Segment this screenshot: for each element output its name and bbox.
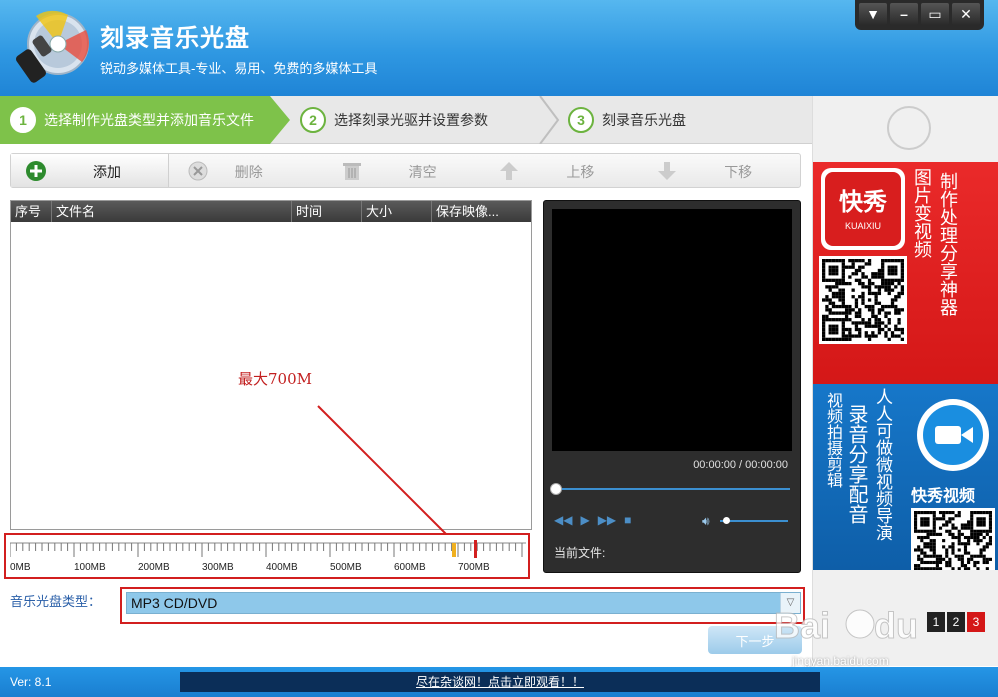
app-title: 刻录音乐光盘 bbox=[100, 25, 250, 52]
volume-slider[interactable] bbox=[720, 517, 788, 524]
step-label: 选择刻录光驱并设置参数 bbox=[334, 112, 488, 128]
qr-code bbox=[819, 256, 907, 344]
size-ruler: 0MB 100MB 200MB 300MB 400MB 500MB 600MB 700MB bbox=[10, 540, 526, 573]
move-up-label: 上移 bbox=[566, 164, 595, 180]
playback-time: 00:00:00 / 00:00:00 bbox=[693, 459, 788, 471]
column-header[interactable]: 保存映像... bbox=[432, 201, 531, 222]
ad-logo-title: 快秀 bbox=[839, 189, 887, 216]
move-up-button[interactable]: 上移 bbox=[484, 154, 642, 187]
chevron-right-icon bbox=[539, 96, 560, 144]
minimize-icon[interactable]: – bbox=[890, 3, 918, 25]
close-icon[interactable]: ✕ bbox=[952, 3, 980, 25]
arrow-up-icon bbox=[498, 160, 520, 182]
seek-knob[interactable] bbox=[550, 483, 562, 495]
camera-icon bbox=[913, 396, 993, 474]
step-number: 2 bbox=[300, 107, 326, 133]
toolbar: 添加 删除 清空 上移 下移 bbox=[10, 153, 801, 188]
column-header[interactable]: 时间 bbox=[292, 201, 362, 222]
ad-text: 人人可做微视频导演 bbox=[873, 388, 892, 541]
move-down-button[interactable]: 下移 bbox=[642, 154, 800, 187]
svg-text:du: du bbox=[874, 605, 918, 646]
step-label: 选择制作光盘类型并添加音乐文件 bbox=[44, 112, 254, 128]
ruler-tick-label: 400MB bbox=[266, 562, 298, 573]
video-preview bbox=[552, 209, 792, 451]
ad-logo-subtitle: KUAIXIU bbox=[844, 221, 881, 231]
ad-placeholder-icon bbox=[887, 106, 931, 150]
clear-label: 清空 bbox=[408, 164, 437, 180]
disc-type-label: 音乐光盘类型： bbox=[10, 594, 102, 609]
column-header[interactable]: 大小 bbox=[362, 201, 432, 222]
add-button[interactable]: 添加 bbox=[11, 154, 169, 187]
watermark-url: jingyan.baidu.com bbox=[792, 654, 889, 668]
delete-icon bbox=[187, 160, 209, 182]
player-controls: ◀◀ ▶ ▶▶ ■ bbox=[554, 513, 631, 527]
maximize-icon[interactable]: ▭ bbox=[921, 3, 949, 25]
delete-label: 删除 bbox=[234, 164, 263, 180]
ruler-tick-label: 500MB bbox=[330, 562, 362, 573]
step-number: 3 bbox=[568, 107, 594, 133]
ad-banner-kuaixiu-video[interactable]: 视频拍摄剪辑 录音分享配音 人人可做微视频导演 快秀视频 bbox=[813, 384, 998, 570]
fast-forward-icon[interactable]: ▶▶ bbox=[598, 513, 616, 527]
kuaixiu-logo: 快秀 KUAIXIU bbox=[821, 168, 905, 250]
move-down-label: 下移 bbox=[724, 164, 753, 180]
rewind-icon[interactable]: ◀◀ bbox=[554, 513, 572, 527]
wizard-steps: 1 选择制作光盘类型并添加音乐文件 2 选择刻录光驱并设置参数 3 刻录音乐光盘 bbox=[0, 96, 812, 144]
disc-type-select[interactable]: MP3 CD/DVD ▽ bbox=[126, 592, 801, 614]
ruler-tick-label: 600MB bbox=[394, 562, 426, 573]
plus-icon bbox=[25, 160, 47, 182]
seek-bar[interactable] bbox=[550, 483, 790, 495]
ruler-tick-label: 200MB bbox=[138, 562, 170, 573]
max-capacity-marker bbox=[474, 540, 477, 558]
arrow-down-icon bbox=[656, 160, 678, 182]
clear-button[interactable]: 清空 bbox=[327, 154, 485, 187]
svg-text:Bai: Bai bbox=[774, 605, 830, 646]
step-2[interactable]: 2 选择刻录光驱并设置参数 bbox=[300, 96, 488, 144]
ad-logo-title: 快秀视频 bbox=[911, 488, 976, 505]
disc-type-value: MP3 CD/DVD bbox=[131, 595, 218, 611]
disc-type-highlight: MP3 CD/DVD ▽ bbox=[120, 587, 805, 624]
column-header[interactable]: 文件名 bbox=[52, 201, 292, 222]
ad-text: 制作处理分享神器 bbox=[938, 172, 958, 316]
current-file-label: 当前文件: bbox=[554, 546, 606, 560]
step-1[interactable]: 1 选择制作光盘类型并添加音乐文件 bbox=[0, 96, 290, 144]
delete-button[interactable]: 删除 bbox=[169, 154, 327, 187]
disc-size-bar: 0MB 100MB 200MB 300MB 400MB 500MB 600MB 700MB bbox=[4, 533, 530, 579]
status-bar: Ver: 8.1 尽在杂谈网！点击立即观看！！ bbox=[0, 667, 998, 697]
ad-text: 图片变视频 bbox=[912, 168, 932, 258]
qr-code bbox=[911, 508, 995, 570]
title-bar: 刻录音乐光盘 锐动多媒体工具-专业、易用、免费的多媒体工具 ▼ – ▭ ✕ bbox=[0, 0, 998, 96]
ruler-tick-label: 300MB bbox=[202, 562, 234, 573]
column-header[interactable]: 序号 bbox=[11, 201, 52, 222]
trash-icon bbox=[341, 160, 363, 182]
disc-logo-icon bbox=[16, 10, 90, 84]
step-3[interactable]: 3 刻录音乐光盘 bbox=[568, 96, 686, 144]
capacity-indicator bbox=[452, 543, 456, 557]
app-subtitle: 锐动多媒体工具-专业、易用、免费的多媒体工具 bbox=[100, 61, 378, 76]
ad-text: 视频拍摄剪辑 bbox=[824, 392, 841, 488]
ruler-tick-label: 0MB bbox=[10, 562, 31, 573]
footer-link[interactable]: 尽在杂谈网！点击立即观看！！ bbox=[180, 672, 820, 692]
ad-banner-kuaixiu[interactable]: 快秀 KUAIXIU 图片变视频 制作处理分享神器 bbox=[813, 162, 998, 386]
volume-icon[interactable]: 🔊︎ bbox=[702, 514, 710, 529]
ad-text: 录音分享配音 bbox=[845, 404, 867, 524]
play-icon[interactable]: ▶ bbox=[580, 513, 589, 527]
volume-knob[interactable] bbox=[723, 517, 731, 524]
stop-icon[interactable]: ■ bbox=[624, 513, 631, 527]
step-label: 刻录音乐光盘 bbox=[602, 112, 686, 128]
ad-panel: 快秀 KUAIXIU 图片变视频 制作处理分享神器 视频拍摄剪辑 录音分享配音 … bbox=[812, 96, 998, 666]
add-label: 添加 bbox=[93, 164, 121, 180]
annotation-text: 最大700M bbox=[238, 370, 312, 388]
window-controls: ▼ – ▭ ✕ bbox=[855, 0, 984, 30]
version-label: Ver: 8.1 bbox=[10, 675, 52, 689]
file-list-header: 序号 文件名 时间 大小 保存映像... bbox=[11, 201, 531, 222]
ruler-tick-label: 100MB bbox=[74, 562, 106, 573]
media-player: 00:00:00 / 00:00:00 ◀◀ ▶ ▶▶ ■ 🔊︎ 当前文件: bbox=[543, 200, 801, 573]
step-number: 1 bbox=[10, 107, 36, 133]
menu-dropdown-icon[interactable]: ▼ bbox=[859, 3, 887, 25]
ruler-tick-label: 700MB bbox=[458, 562, 490, 573]
